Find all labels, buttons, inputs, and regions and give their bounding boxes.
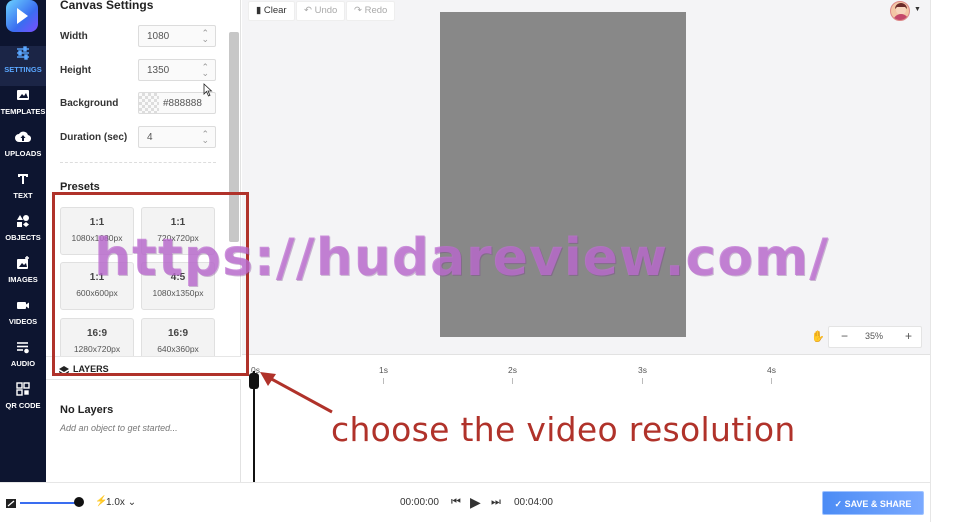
transparency-swatch[interactable]	[139, 93, 159, 113]
annotation-arrow	[260, 372, 333, 414]
current-time: 00:00:00	[400, 497, 439, 508]
undo-label: Undo	[314, 5, 338, 16]
sidebar-item-label: TEXT	[13, 191, 33, 200]
spinner-icon[interactable]: ⌃ ⌄	[201, 130, 209, 145]
sidebar-item-text[interactable]: TEXT	[0, 172, 46, 212]
duration-value: 4	[147, 132, 153, 143]
no-layers-title: No Layers	[60, 404, 114, 416]
sidebar-item-label: OBJECTS	[5, 233, 41, 242]
shapes-icon	[0, 214, 46, 232]
skip-forward-icon[interactable]: ⏭	[491, 496, 501, 509]
sliders-icon	[0, 46, 46, 64]
speed-select[interactable]: 1.0x ⌄	[106, 497, 136, 508]
check-icon: ✓	[834, 499, 843, 509]
save-and-share-button[interactable]: ✓ SAVE & SHARE	[822, 491, 924, 515]
icon-sidebar: SETTINGS TEMPLATES UPLOADS TEXT OBJECTS	[0, 0, 46, 482]
chevron-down-icon: ⌄	[127, 497, 137, 508]
spinner-icon[interactable]: ⌃ ⌄	[201, 63, 209, 78]
annotation-text: choose the video resolution	[331, 410, 796, 449]
mouse-cursor-icon	[203, 83, 213, 97]
no-layers-subtitle: Add an object to get started...	[60, 423, 178, 433]
design-canvas[interactable]	[440, 12, 686, 337]
redo-label: Redo	[364, 5, 388, 16]
sidebar-item-videos[interactable]: VIDEOS	[0, 298, 46, 338]
playback-bar: ⚡ 1.0x ⌄ 00:00:00 ⏮ ▶ ⏭ 00:04:00 ✓ SAVE …	[0, 482, 930, 522]
zoom-in-button[interactable]: +	[905, 329, 912, 343]
sidebar-item-label: SETTINGS	[4, 65, 42, 74]
duration-label: Duration (sec)	[60, 132, 128, 143]
trash-icon: ▮	[256, 5, 262, 16]
app-logo[interactable]	[6, 0, 38, 32]
tick-mark	[383, 378, 384, 384]
tick-label: 1s	[379, 365, 388, 375]
sidebar-item-label: IMAGES	[8, 275, 38, 284]
tick-mark	[771, 378, 772, 384]
skip-back-icon[interactable]: ⏮	[451, 496, 461, 509]
background-value: #888888	[163, 98, 202, 109]
zoom-control: ✋ − 35% +	[811, 326, 922, 348]
tick-label: 2s	[508, 365, 517, 375]
avatar[interactable]	[890, 1, 910, 21]
sidebar-item-label: AUDIO	[10, 359, 36, 368]
video-camera-icon	[0, 298, 46, 316]
watermark-text: https://hudareview.com/	[94, 228, 830, 288]
right-edge-panel	[930, 0, 960, 522]
background-label: Background	[60, 98, 119, 109]
sidebar-item-settings[interactable]: SETTINGS	[0, 46, 46, 86]
height-value: 1350	[147, 65, 170, 76]
hand-tool-icon[interactable]: ✋	[811, 330, 825, 343]
width-label: Width	[60, 31, 88, 42]
image-add-icon	[0, 256, 46, 274]
height-field[interactable]: 1350 ⌃ ⌄	[138, 59, 216, 81]
zoom-out-button[interactable]: −	[841, 329, 848, 343]
tick-mark	[512, 378, 513, 384]
audio-icon	[0, 340, 46, 358]
speed-value: 1.0x	[106, 497, 125, 508]
sidebar-item-audio[interactable]: AUDIO	[0, 340, 46, 380]
speed-slider-track[interactable]	[20, 502, 78, 504]
spinner-icon[interactable]: ⌃ ⌄	[201, 29, 209, 44]
sidebar-item-qr-code[interactable]: QR CODE	[0, 382, 46, 422]
clear-label: Clear	[263, 5, 287, 16]
tick-label: 4s	[767, 365, 776, 375]
duration-field[interactable]: 4 ⌃ ⌄	[138, 126, 216, 148]
save-label: SAVE & SHARE	[844, 499, 912, 509]
tick-label: 3s	[638, 365, 647, 375]
panel-title: Canvas Settings	[60, 0, 154, 12]
canvas-workspace: ▮ Clear ↶ Undo ↷ Redo ▼ ✋ − 35% +	[242, 0, 930, 354]
chevron-down-icon[interactable]: ▼	[914, 6, 921, 13]
width-field[interactable]: 1080 ⌃ ⌄	[138, 25, 216, 47]
undo-button[interactable]: ↶ Undo	[296, 1, 346, 21]
sidebar-item-label: UPLOADS	[4, 149, 42, 158]
text-icon	[0, 172, 46, 190]
cloud-upload-icon	[0, 130, 46, 148]
app-root: SETTINGS TEMPLATES UPLOADS TEXT OBJECTS	[0, 0, 960, 522]
height-label: Height	[60, 65, 92, 76]
sidebar-item-objects[interactable]: OBJECTS	[0, 214, 46, 254]
sidebar-item-label: VIDEOS	[8, 317, 38, 326]
play-icon[interactable]: ▶	[470, 494, 481, 511]
total-time: 00:04:00	[514, 497, 553, 508]
sidebar-item-images[interactable]: IMAGES	[0, 256, 46, 296]
speed-slider-handle[interactable]	[74, 497, 84, 507]
width-value: 1080	[147, 31, 170, 42]
sidebar-item-label: QR CODE	[5, 401, 41, 410]
redo-icon: ↷	[354, 5, 362, 16]
tick-mark	[642, 378, 643, 384]
sidebar-item-uploads[interactable]: UPLOADS	[0, 130, 46, 170]
image-gallery-icon	[0, 88, 46, 106]
redo-button[interactable]: ↷ Redo	[346, 1, 396, 21]
sidebar-item-label: TEMPLATES	[0, 107, 46, 116]
divider	[60, 162, 216, 163]
qr-code-icon	[0, 382, 46, 400]
clear-button[interactable]: ▮ Clear	[248, 1, 295, 21]
sidebar-item-templates[interactable]: TEMPLATES	[0, 88, 46, 128]
aspect-icon[interactable]	[6, 496, 17, 514]
undo-icon: ↶	[304, 5, 312, 16]
zoom-value: 35%	[865, 331, 884, 341]
